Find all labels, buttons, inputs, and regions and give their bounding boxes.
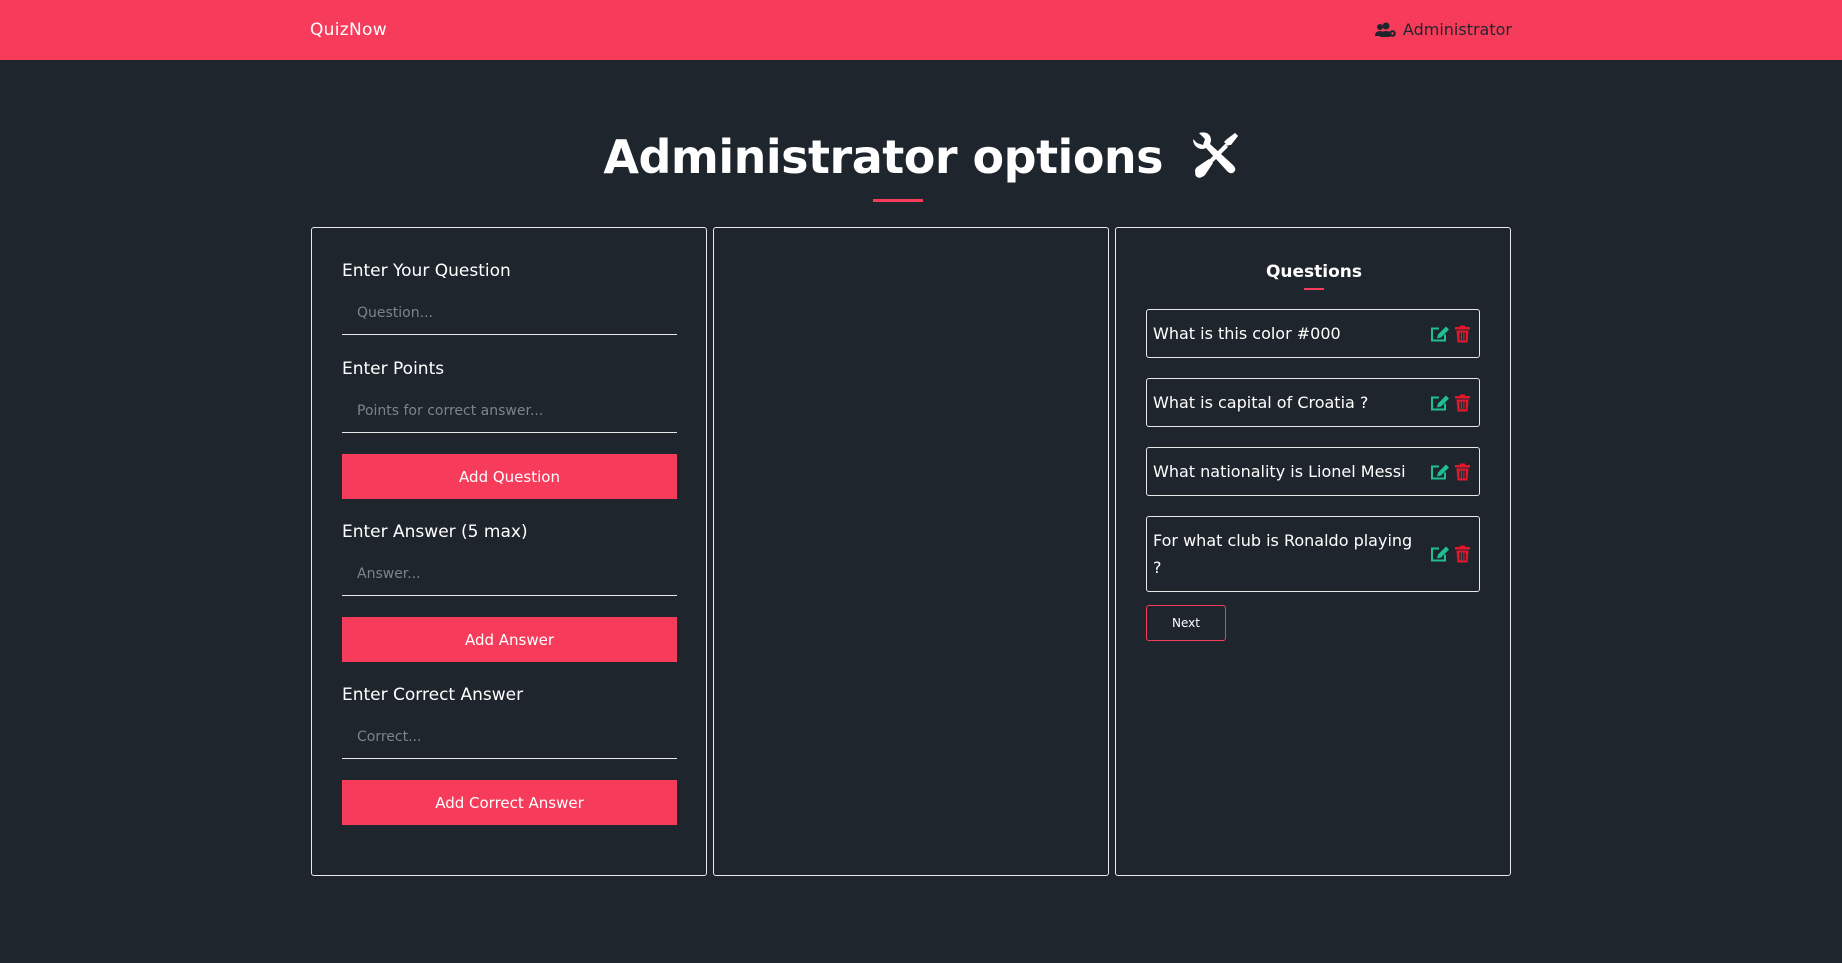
question-input[interactable] [342,291,677,335]
next-button[interactable]: Next [1146,605,1226,641]
question-actions [1431,545,1470,563]
question-text: What is this color #000 [1153,324,1341,343]
correct-answer-label: Enter Correct Answer [342,685,524,705]
edit-icon[interactable] [1431,325,1450,342]
trash-icon[interactable] [1455,394,1470,411]
question-text: For what club is Ronaldo playing ? [1153,531,1413,577]
question-item[interactable]: What nationality is Lionel Messi [1146,447,1480,496]
tools-icon [1191,131,1239,190]
question-item[interactable]: For what club is Ronaldo playing ? [1146,516,1480,592]
question-actions [1431,325,1470,342]
question-form-panel: Enter Your Question Enter Points Add Que… [311,227,707,876]
answer-label: Enter Answer (5 max) [342,522,528,542]
question-text: What nationality is Lionel Messi [1153,462,1406,481]
correct-answer-input[interactable] [342,715,677,759]
question-label: Enter Your Question [342,261,511,281]
edit-icon[interactable] [1431,546,1450,563]
page-title-text: Administrator options [603,130,1164,184]
points-label: Enter Points [342,359,445,379]
question-item[interactable]: What is capital of Croatia ? [1146,378,1480,427]
trash-icon[interactable] [1455,463,1470,480]
add-answer-button[interactable]: Add Answer [342,617,677,662]
page-title: Administrator options [0,130,1842,190]
administrator-label: Administrator [1402,20,1512,39]
question-actions [1431,463,1470,480]
trash-icon[interactable] [1455,545,1470,563]
administrator-link[interactable]: Administrator [1374,20,1512,39]
questions-list: What is this color #000 What is capital … [1146,309,1480,612]
questions-heading-underline [1304,288,1324,290]
questions-panel: Questions What is this color #000 What i… [1115,227,1511,876]
preview-panel [713,227,1109,876]
edit-icon[interactable] [1431,394,1450,411]
users-cog-icon [1374,22,1397,38]
brand-logo[interactable]: QuizNow [310,20,387,40]
points-input[interactable] [342,389,677,433]
trash-icon[interactable] [1455,325,1470,342]
question-actions [1431,394,1470,411]
navbar: QuizNow Administrator [0,0,1842,60]
add-question-button[interactable]: Add Question [342,454,677,499]
question-text: What is capital of Croatia ? [1153,393,1369,412]
title-underline [873,199,923,202]
edit-icon[interactable] [1431,463,1450,480]
answer-input[interactable] [342,552,677,596]
add-correct-answer-button[interactable]: Add Correct Answer [342,780,677,825]
questions-heading: Questions [1265,262,1363,282]
question-item[interactable]: What is this color #000 [1146,309,1480,358]
